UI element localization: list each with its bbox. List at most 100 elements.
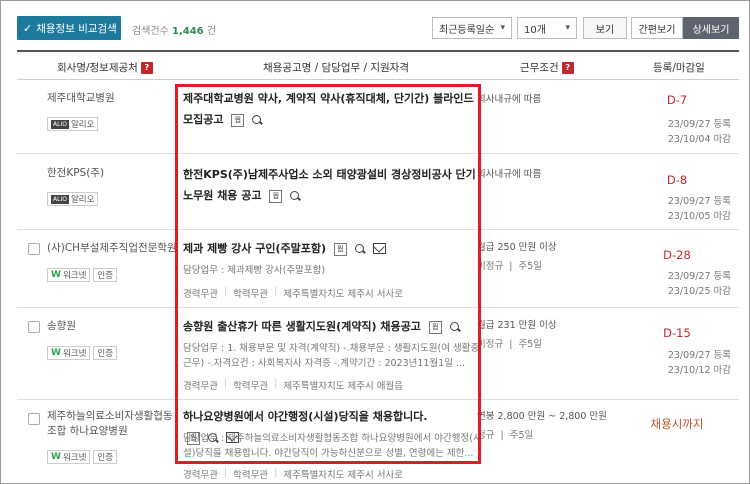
source-badge-label: 워크넷	[62, 349, 87, 359]
company-name[interactable]: 제주대학교병원	[47, 91, 182, 106]
source-badge-label: 워크넷	[62, 271, 87, 281]
work-condition: 월급 250 만원 이상 비정규 | 주5일	[477, 242, 557, 272]
job-title-text[interactable]: 송향원 출산휴가 따른 생활지도원(계약직) 채용공고	[183, 320, 421, 333]
source-badge: W 워크넷	[47, 450, 91, 464]
result-count-prefix: 검색건수	[132, 26, 169, 37]
cert-badge: 인증	[93, 450, 118, 464]
table-header: 회사명/정보제공처 ? 채용공고명 / 담당업무 / 지원자격 근무조건 ? 등…	[17, 50, 739, 80]
job-title[interactable]: 제주대학교병원 약사, 계약직 약사(휴직대체, 단기간) 블라인드 모집공고 …	[183, 88, 483, 130]
job-title-text[interactable]: 제과 제빵 강사 구인(주말포함)	[183, 242, 326, 255]
education-requirement: 학력무관	[233, 381, 269, 392]
dates: 23/09/27 등록 23/10/25 마감	[617, 269, 737, 299]
job-duty: 담당업무 : 1. 채용부문 및 자격(계약직) -.채용부문 : 생활지도원(…	[183, 343, 480, 369]
apply-mail-icon[interactable]	[372, 242, 386, 254]
employment-type: 비정규	[477, 339, 504, 350]
education-requirement: 학력무관	[233, 470, 269, 481]
check-icon: ✓	[23, 21, 33, 35]
job-title-text[interactable]: 하나요양병원에서 야간행정(시설)당직을 채용합니다.	[183, 410, 428, 423]
cert-badge: 인증	[93, 268, 118, 282]
company-name[interactable]: (사)CH부설제주직업전문학원	[47, 241, 182, 256]
help-icon[interactable]: ?	[140, 61, 153, 74]
doc-icon[interactable]: 뭡	[333, 242, 347, 256]
detail-view-button[interactable]: 상세보기	[683, 17, 739, 39]
wage: 월급 231 만원 이상	[477, 320, 557, 331]
compare-search-button[interactable]: ✓ 채용정보 비교검색	[17, 16, 121, 40]
work-days: 주5일	[509, 430, 534, 441]
help-icon[interactable]: ?	[561, 61, 574, 74]
table-row: 제주하늘의료소비자생활협동조합 하나요양병원 W 워크넷 인증 하나요양병원에서 …	[17, 400, 739, 483]
alio-logo-icon: ALIO	[51, 194, 69, 204]
row-checkbox[interactable]	[28, 321, 40, 333]
header-title-label: 채용공고명 / 담당업무 / 지원자격	[263, 62, 410, 74]
registered-date: 23/09/27 등록	[667, 119, 731, 130]
view-button[interactable]: 보기	[583, 17, 627, 39]
source-badge-label: 알리오	[70, 120, 95, 130]
job-meta: 경력무관 | 학력무관 | 제주특별자치도 제주시 애월읍	[183, 378, 404, 392]
registered-date: 23/09/27 등록	[667, 196, 731, 207]
d-day: 채용시까지	[650, 417, 704, 431]
cert-badge: 인증	[93, 346, 118, 360]
source-badge: ALIO 알리오	[47, 117, 99, 131]
work-condition: 월급 231 만원 이상 비정규 | 주5일	[477, 320, 557, 350]
chevron-down-icon: ▾	[565, 23, 570, 33]
work-condition: 연봉 2,800 만원 ~ 2,800 만원 정규 | 주5일	[477, 411, 607, 441]
worknet-logo-icon: W	[51, 348, 61, 358]
source-badges: ALIO 알리오	[47, 117, 99, 131]
search-icon[interactable]	[289, 190, 301, 202]
career-requirement: 경력무관	[183, 470, 218, 481]
work-condition: 회사내규에 따름	[477, 94, 542, 105]
search-icon[interactable]	[354, 243, 366, 255]
header-condition-label: 근무조건	[520, 62, 559, 74]
job-title-text[interactable]: 한전KPS(주)남제주사업소 소외 태양광설비 경상정비공사 단기노무원 채용 …	[183, 168, 476, 202]
company-name[interactable]: 한전KPS(주)	[47, 166, 182, 181]
job-title-text[interactable]: 제주대학교병원 약사, 계약직 약사(휴직대체, 단기간) 블라인드 모집공고	[183, 92, 474, 126]
source-badge-label: 알리오	[70, 195, 95, 205]
company-name[interactable]: 송향원	[47, 319, 182, 334]
sort-select-value: 최근등록일순	[439, 24, 495, 36]
header-condition: 근무조건 ?	[520, 60, 574, 75]
table-row: 한전KPS(주) ALIO 알리오 한전KPS(주)남제주사업소 소외 태양광설비…	[17, 154, 739, 230]
worknet-logo-icon: W	[51, 452, 61, 462]
sort-select[interactable]: 최근등록일순 ▾	[432, 17, 512, 39]
dates: 23/09/27 등록 23/10/05 마감	[617, 194, 737, 224]
d-day: D-7	[666, 93, 688, 107]
job-duty: 담당업무 : 제주하늘의료소비자생활협동조합 하나요양병원에서 야간행정(시설)…	[183, 433, 482, 459]
d-day: D-15	[663, 326, 691, 340]
registered-date: 23/09/27 등록	[667, 271, 731, 282]
count-select[interactable]: 10개 ▾	[517, 17, 577, 39]
job-duty: 담당업무 : 제과제빵 강사(주말포함)	[183, 265, 326, 276]
compare-search-label: 채용정보 비교검색	[36, 22, 117, 35]
source-badges: W 워크넷 인증	[47, 268, 118, 282]
registered-date: 23/09/27 등록	[667, 350, 731, 361]
result-count: 검색건수 1,446 건	[132, 22, 216, 37]
chevron-down-icon: ▾	[500, 23, 505, 33]
search-icon[interactable]	[251, 114, 263, 126]
row-checkbox[interactable]	[28, 413, 40, 425]
alio-logo-icon: ALIO	[51, 119, 69, 129]
search-icon[interactable]	[449, 321, 461, 333]
source-badges: W 워크넷 인증	[47, 450, 118, 464]
work-location: 제주특별자치도 제주시 서사로	[283, 470, 404, 481]
row-checkbox[interactable]	[28, 243, 40, 255]
source-badges: ALIO 알리오	[47, 192, 99, 206]
source-badge: W 워크넷	[47, 268, 91, 282]
wage: 월급 250 만원 이상	[477, 242, 557, 253]
header-date-label: 등록/마감일	[653, 62, 705, 74]
doc-icon[interactable]: 뭡	[428, 320, 442, 334]
job-meta: 경력무관 | 학력무관 | 제주특별자치도 제주시 서사로	[183, 467, 404, 481]
company-name[interactable]: 제주하늘의료소비자생활협동조합 하나요양병원	[47, 409, 182, 439]
job-title[interactable]: 한전KPS(주)남제주사업소 소외 태양광설비 경상정비공사 단기노무원 채용 …	[183, 164, 483, 206]
doc-icon[interactable]: 뭡	[231, 113, 245, 127]
job-title[interactable]: 제과 제빵 강사 구인(주말포함) 뭡	[183, 238, 483, 259]
job-title[interactable]: 송향원 출산휴가 따른 생활지도원(계약직) 채용공고 뭡	[183, 316, 483, 337]
table-row: (사)CH부설제주직업전문학원 W 워크넷 인증 제과 제빵 강사 구인(주말포함…	[17, 230, 739, 308]
doc-icon[interactable]: 뭡	[269, 189, 283, 203]
career-requirement: 경력무관	[183, 381, 218, 392]
work-location: 제주특별자치도 제주시 애월읍	[283, 381, 404, 392]
deadline-date: 23/10/12 마감	[667, 365, 731, 376]
simple-view-button[interactable]: 간편보기	[631, 17, 683, 39]
source-badges: W 워크넷 인증	[47, 346, 118, 360]
toolbar: ✓ 채용정보 비교검색 검색건수 1,446 건 최근등록일순 ▾ 10개 ▾ …	[17, 14, 739, 42]
source-badge-label: 워크넷	[62, 453, 87, 463]
source-badge: ALIO 알리오	[47, 192, 99, 206]
